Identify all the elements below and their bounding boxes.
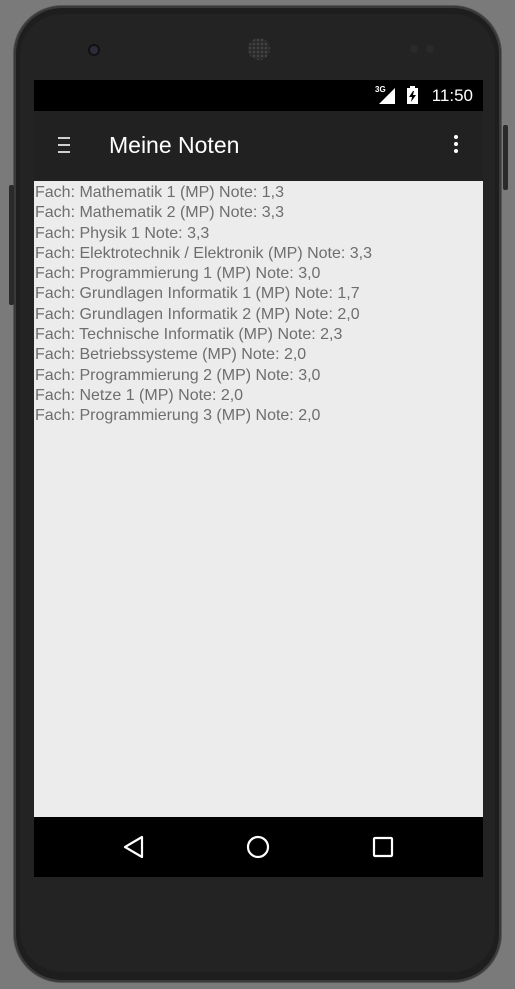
status-bar: 3G 11:50	[34, 80, 483, 111]
grade-item[interactable]: Fach: Grundlagen Informatik 2 (MP) Note:…	[34, 305, 483, 325]
grade-item[interactable]: Fach: Programmierung 3 (MP) Note: 2,0	[34, 406, 483, 426]
grade-item[interactable]: Fach: Betriebssysteme (MP) Note: 2,0	[34, 345, 483, 365]
grade-item[interactable]: Fach: Netze 1 (MP) Note: 2,0	[34, 386, 483, 406]
grade-item[interactable]: Fach: Grundlagen Informatik 1 (MP) Note:…	[34, 284, 483, 304]
status-time: 11:50	[431, 86, 473, 105]
grade-item[interactable]: Fach: Programmierung 1 (MP) Note: 3,0	[34, 264, 483, 284]
grades-content: Fach: Mathematik 1 (MP) Note: 1,3 Fach: …	[34, 181, 483, 817]
light-sensor	[426, 45, 434, 53]
proximity-sensor	[410, 45, 418, 53]
overflow-menu-icon[interactable]	[448, 135, 464, 159]
grade-item[interactable]: Fach: Mathematik 2 (MP) Note: 3,3	[34, 203, 483, 223]
grade-item[interactable]: Fach: Mathematik 1 (MP) Note: 1,3	[34, 183, 483, 203]
battery-charging-icon	[407, 86, 418, 104]
grade-item[interactable]: Fach: Programmierung 2 (MP) Note: 3,0	[34, 366, 483, 386]
earpiece-speaker	[248, 38, 270, 60]
signal-icon: 3G	[375, 85, 397, 106]
menu-icon[interactable]	[58, 137, 72, 155]
recents-icon[interactable]	[369, 833, 397, 861]
navigation-bar	[34, 817, 483, 877]
screen: 3G 11:50 Meine Noten Fach: Mathematik 1 …	[34, 80, 483, 877]
app-title: Meine Noten	[109, 132, 240, 158]
volume-button	[9, 185, 14, 305]
power-button	[503, 125, 508, 190]
app-bar: Meine Noten	[34, 111, 483, 181]
grade-item[interactable]: Fach: Technische Informatik (MP) Note: 2…	[34, 325, 483, 345]
grade-item[interactable]: Fach: Elektrotechnik / Elektronik (MP) N…	[34, 244, 483, 264]
front-camera	[88, 44, 100, 56]
home-icon[interactable]	[244, 833, 272, 861]
grade-item[interactable]: Fach: Physik 1 Note: 3,3	[34, 224, 483, 244]
back-icon[interactable]	[120, 833, 148, 861]
grades-list: Fach: Mathematik 1 (MP) Note: 1,3 Fach: …	[34, 181, 483, 427]
